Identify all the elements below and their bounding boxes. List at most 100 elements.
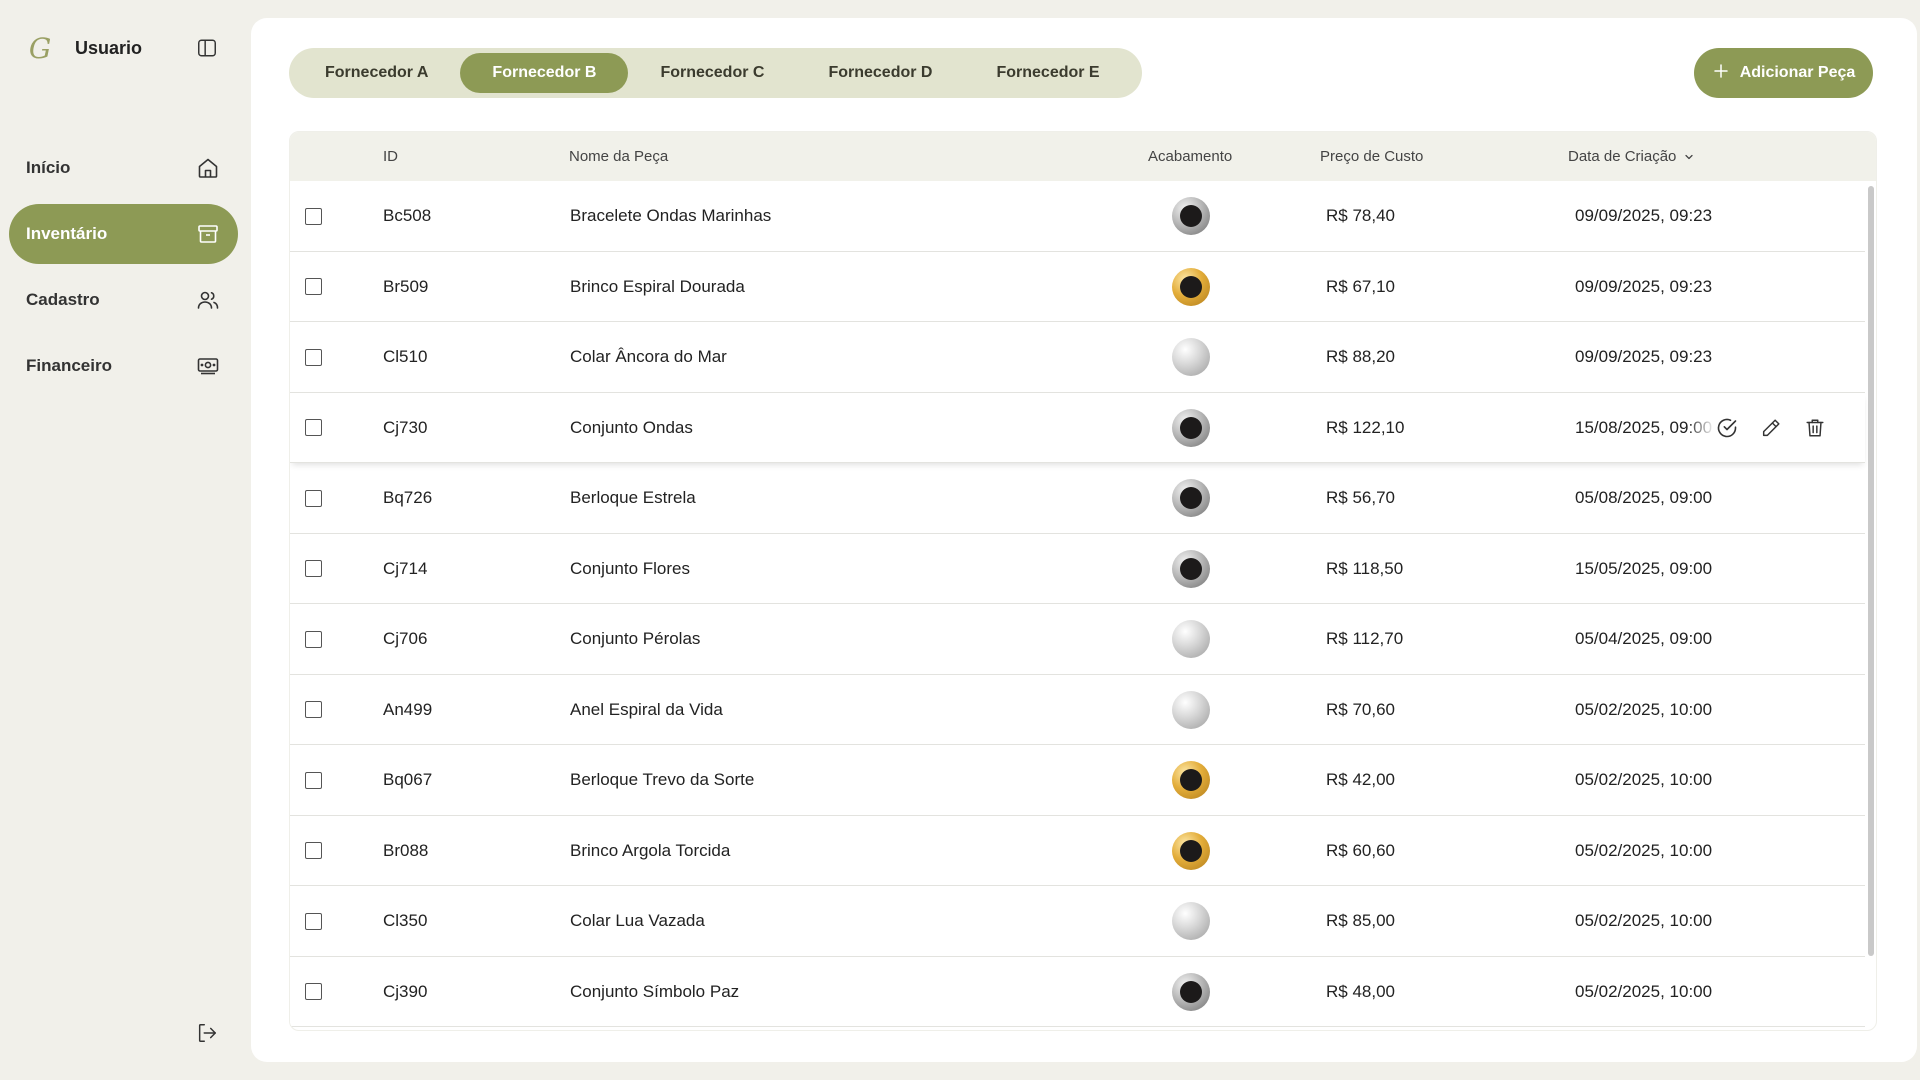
row-checkbox[interactable] <box>305 630 322 648</box>
row-checkbox[interactable] <box>305 560 322 577</box>
column-header-cost[interactable]: Preço de Custo <box>1320 132 1423 181</box>
scrollbar[interactable] <box>1866 184 1874 1030</box>
table-body: Bc508 Bracelete Ondas Marinhas R$ 78,40 09/… <box>290 181 1876 1027</box>
check-circle-icon[interactable] <box>1715 416 1739 440</box>
row-actions <box>1715 393 1827 463</box>
table-row[interactable]: Cj730 Conjunto Ondas R$ 122,10 15/08/2025, … <box>290 392 1865 463</box>
table-row[interactable]: Cl350 Colar Lua Vazada R$ 85,00 05/02/2025,… <box>290 886 1865 957</box>
tab-fornecedor-d[interactable]: Fornecedor D <box>796 53 964 93</box>
finish-swatch-black <box>1172 549 1210 588</box>
row-checkbox[interactable] <box>305 489 322 507</box>
finish-swatch-black <box>1172 197 1210 235</box>
row-checkbox[interactable] <box>305 207 322 225</box>
brand: G Usuario <box>26 32 143 65</box>
row-checkbox[interactable] <box>305 912 322 930</box>
table-row[interactable]: Bq067 Berloque Trevo da Sorte R$ 42,00 05/0… <box>290 745 1865 816</box>
finish-swatch-gold <box>1172 761 1210 799</box>
cell-cost: R$ 122,10 <box>1326 417 1405 437</box>
table-row[interactable]: Bc508 Bracelete Ondas Marinhas R$ 78,40 09/… <box>290 181 1865 252</box>
tab-fornecedor-b[interactable]: Fornecedor B <box>460 53 629 93</box>
home-icon <box>195 155 221 181</box>
sidebar-item-financeiro[interactable]: Financeiro <box>9 336 238 396</box>
column-header-finish[interactable]: Acabamento <box>1148 132 1232 181</box>
cell-name: Bracelete Ondas Marinhas <box>570 206 772 225</box>
row-checkbox[interactable] <box>305 278 322 295</box>
cell-cost: R$ 112,70 <box>1326 629 1404 648</box>
cell-cost: R$ 88,20 <box>1326 347 1395 366</box>
finish-swatch-silver <box>1172 620 1210 658</box>
cell-created: 05/02/2025, 10:00 <box>1575 770 1713 789</box>
row-checkbox[interactable] <box>305 419 322 436</box>
cell-name: Berloque Estrela <box>570 488 696 507</box>
cell-cost: R$ 56,70 <box>1326 488 1395 507</box>
row-checkbox[interactable] <box>305 348 322 366</box>
panel-left-icon[interactable] <box>194 35 220 61</box>
trash-icon[interactable] <box>1803 416 1827 440</box>
banknote-icon <box>195 353 221 379</box>
finish-swatch-silver <box>1172 690 1210 729</box>
sidebar-item-label: Início <box>26 158 71 177</box>
pencil-icon[interactable] <box>1759 416 1783 440</box>
cell-id: Cj714 <box>383 558 428 578</box>
row-checkbox[interactable] <box>305 842 322 859</box>
cell-id: Cj706 <box>383 629 428 648</box>
cell-created: 09/09/2025, 09:23 <box>1575 276 1713 296</box>
table-row[interactable]: Cj390 Conjunto Símbolo Paz R$ 48,00 05/02/2… <box>290 956 1865 1027</box>
cell-id: Bq067 <box>383 770 433 789</box>
sidebar-item-label: Inventário <box>26 224 108 243</box>
table-header: ID Nome da Peça Acabamento Preço de Cust… <box>290 132 1876 181</box>
column-header-id[interactable]: ID <box>383 132 398 181</box>
sidebar-item-label: Financeiro <box>26 356 112 375</box>
tab-fornecedor-a[interactable]: Fornecedor A <box>293 53 460 93</box>
table-row[interactable]: Cl510 Colar Âncora do Mar R$ 88,20 09/09/20… <box>290 322 1865 393</box>
sidebar-item-cadastro[interactable]: Cadastro <box>9 270 238 330</box>
sidebar-nav: Início Inventário Cadastro Financeiro <box>9 138 238 402</box>
cell-cost: R$ 78,40 <box>1326 206 1395 225</box>
cell-name: Colar Âncora do Mar <box>570 347 727 366</box>
sidebar-item-inventario[interactable]: Inventário <box>9 204 238 264</box>
logout-icon[interactable] <box>194 1020 220 1046</box>
finish-swatch-black <box>1172 408 1210 447</box>
add-piece-label: Adicionar Peça <box>1739 64 1856 81</box>
cell-name: Conjunto Ondas <box>570 417 693 437</box>
archive-icon <box>195 221 221 247</box>
chevron-down-icon <box>1683 151 1695 163</box>
column-header-created-label: Data de Criação <box>1568 148 1677 165</box>
cell-created: 05/02/2025, 10:00 <box>1575 699 1713 719</box>
table-row[interactable]: An499 Anel Espiral da Vida R$ 70,60 05/02/2… <box>290 674 1865 745</box>
finish-swatch-silver <box>1172 338 1210 376</box>
row-checkbox[interactable] <box>305 983 322 1000</box>
user-name: Usuario <box>75 37 143 58</box>
column-header-name[interactable]: Nome da Peça <box>569 132 668 181</box>
cell-cost: R$ 60,60 <box>1326 840 1395 860</box>
table-row[interactable]: Br088 Brinco Argola Torcida R$ 60,60 05/02/… <box>290 815 1865 886</box>
tab-fornecedor-c[interactable]: Fornecedor C <box>628 53 796 93</box>
finish-swatch-gold <box>1172 831 1210 870</box>
cell-name: Colar Lua Vazada <box>570 911 705 930</box>
row-checkbox[interactable] <box>305 701 322 718</box>
table-row[interactable]: Cj714 Conjunto Flores R$ 118,50 15/05/2025,… <box>290 533 1865 604</box>
finish-swatch-black <box>1172 972 1210 1011</box>
tab-fornecedor-e[interactable]: Fornecedor E <box>964 53 1131 93</box>
cell-name: Conjunto Flores <box>570 558 691 578</box>
plus-icon <box>1712 62 1730 84</box>
cell-cost: R$ 70,60 <box>1326 699 1395 719</box>
scrollbar-thumb[interactable] <box>1868 186 1874 956</box>
cell-created: 05/08/2025, 09:00 <box>1575 488 1713 507</box>
finish-swatch-silver <box>1172 902 1210 940</box>
sidebar-item-inicio[interactable]: Início <box>9 138 238 198</box>
main-card: Fornecedor A Fornecedor B Fornecedor C F… <box>251 18 1917 1062</box>
cell-id: Bc508 <box>383 206 432 225</box>
cell-id: An499 <box>383 699 433 719</box>
add-piece-button[interactable]: Adicionar Peça <box>1694 48 1873 98</box>
row-checkbox[interactable] <box>305 771 322 789</box>
cell-name: Brinco Espiral Dourada <box>570 276 745 296</box>
cell-id: Br509 <box>383 276 429 296</box>
cell-id: Cj390 <box>383 981 428 1001</box>
column-header-created[interactable]: Data de Criação <box>1568 132 1695 181</box>
table-row[interactable]: Bq726 Berloque Estrela R$ 56,70 05/08/2025,… <box>290 463 1865 534</box>
cell-name: Conjunto Pérolas <box>570 629 701 648</box>
table-row[interactable]: Br509 Brinco Espiral Dourada R$ 67,10 09/09… <box>290 251 1865 322</box>
cell-cost: R$ 118,50 <box>1326 558 1404 578</box>
table-row[interactable]: Cj706 Conjunto Pérolas R$ 112,70 05/04/2025… <box>290 604 1865 675</box>
